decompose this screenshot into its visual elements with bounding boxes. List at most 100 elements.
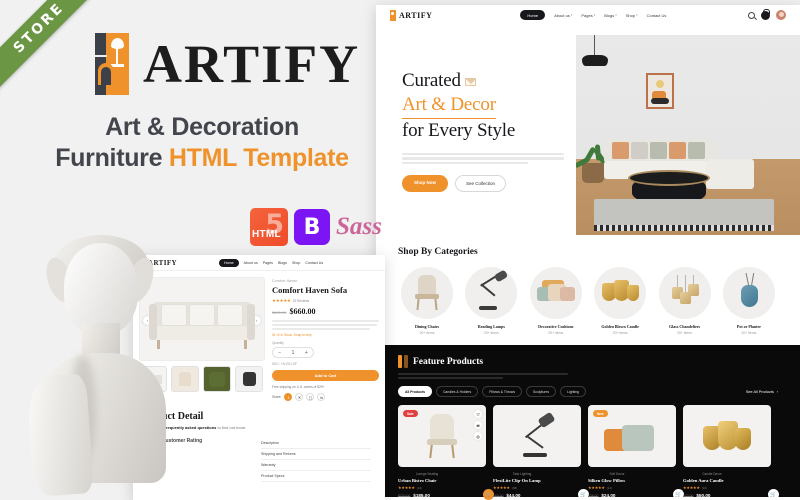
chevron-right-icon: › <box>776 389 778 394</box>
linkedin-icon[interactable]: in <box>317 393 326 401</box>
sass-badge-icon: Sass <box>336 213 382 240</box>
candle-illustration <box>703 418 751 454</box>
category-dining-chairs[interactable]: Dining Chairs 20+ items <box>398 267 456 335</box>
hero-copy: Curated Art & Decor for Every Style Shop… <box>376 35 576 235</box>
hero-line-3: for Every Style <box>402 119 516 141</box>
rating-count: (12) <box>416 485 423 490</box>
wishlist-icon[interactable]: ♡ <box>474 410 482 419</box>
chip-lighting[interactable]: Lighting <box>560 386 586 398</box>
see-collection-button[interactable]: See Collection <box>455 174 507 192</box>
chip-all-products[interactable]: All Products <box>398 386 432 398</box>
product-card[interactable]: Task Lighting FlexiLite Clip-On Lamp ★★★… <box>493 405 589 500</box>
poster-canvas: STORE ARTIFY Art & Decoration Furniture … <box>0 0 800 500</box>
tagline-highlight: HTML Template <box>168 144 349 173</box>
accordion-shipping[interactable]: Shipping and Returns <box>261 449 371 460</box>
quantity-stepper[interactable]: − 1 + <box>272 347 314 358</box>
nav-item-shop[interactable]: Shop ▾ <box>626 13 638 18</box>
category-label: Glass Chandeliers <box>669 324 701 329</box>
thumbnail-3[interactable] <box>203 366 231 392</box>
hero-paragraph <box>402 152 564 164</box>
product-card[interactable]: Sale ♡ ⇄ ◎ Lounge Seating Urban Bistro C… <box>398 405 494 500</box>
category-count: 20+ items <box>483 331 499 335</box>
twitter-x-icon[interactable]: ✕ <box>295 393 304 401</box>
mockA-nav-pages[interactable]: Pages <box>263 261 273 265</box>
accordion-specs[interactable]: Product Specs <box>261 471 371 482</box>
product-info: Comfort Haven Comfort Haven Sofa ★★★★★ 3… <box>272 277 379 401</box>
category-count: 20+ items <box>419 331 435 335</box>
hero-buttons: Shop Now See Collection <box>402 174 576 192</box>
product-breadcrumb: Comfort Haven <box>272 279 298 283</box>
mockA-nav-contact[interactable]: Contact Us <box>305 261 323 265</box>
product-image <box>683 405 771 468</box>
feature-products-section: Feature Products All Products Candles & … <box>376 345 800 500</box>
price-old: $72.00 <box>683 494 694 499</box>
mockA-nav: Home About us Pages Blogs Shop Contact U… <box>219 258 323 267</box>
see-all-products-link[interactable]: See All Products › <box>746 390 778 394</box>
detail-post: to find out more. <box>216 425 247 430</box>
wall-art-frame <box>646 73 674 109</box>
product-footer: Candle Decor Golden Aura Candle ★★★★★ (1… <box>683 472 779 500</box>
mockA-nav-home[interactable]: Home <box>219 258 239 267</box>
category-decorative-cushions[interactable]: Decorative Cushions 20+ items <box>527 267 585 335</box>
price-current: $50.00 <box>696 493 711 499</box>
instagram-icon[interactable]: ◻ <box>306 393 315 401</box>
account-avatar[interactable] <box>776 10 786 20</box>
category-glass-chandeliers[interactable]: Glass Chandeliers 20+ items <box>656 267 714 335</box>
category-reading-lamps[interactable]: Reading Lamps 20+ items <box>462 267 520 335</box>
mockA-nav-shop[interactable]: Shop <box>292 261 300 265</box>
category-label: Pot or Planter <box>736 324 762 329</box>
qty-decrement[interactable]: − <box>278 350 281 356</box>
chip-sculptures[interactable]: Sculptures <box>526 386 557 398</box>
html5-badge-icon: 5 HTML <box>250 208 288 246</box>
rating-review-count: 32 Reviews <box>292 299 310 303</box>
feature-products-grid: Sale ♡ ⇄ ◎ Lounge Seating Urban Bistro C… <box>398 405 779 500</box>
category-label: Decorative Cushions <box>538 324 574 329</box>
qty-increment[interactable]: + <box>305 350 308 356</box>
category-golden-blown-candle[interactable]: Golden Blown Candle 20+ items <box>591 267 649 335</box>
nav-item-blogs[interactable]: Blogs ▾ <box>604 13 617 18</box>
product-card[interactable]: New Soft Decor Silken Glow Pillow ★★★★★ … <box>588 405 684 500</box>
price-current: $660.00 <box>289 307 316 316</box>
nav-item-home[interactable]: Home <box>520 10 546 20</box>
product-image: Sale ♡ ⇄ ◎ <box>398 405 486 468</box>
bootstrap-label: B <box>303 214 321 240</box>
feature-paragraph <box>398 373 568 380</box>
tagline-line-1: Art & Decoration <box>105 113 299 141</box>
hero-living-room-image <box>576 35 800 235</box>
product-name: Golden Aura Candle <box>683 478 724 484</box>
accordion-description[interactable]: Description <box>261 438 371 449</box>
nav-item-about[interactable]: About us ▾ <box>554 13 572 18</box>
mockA-nav-blogs[interactable]: Blogs <box>278 261 287 265</box>
nav-item-pages[interactable]: Pages ▾ <box>581 13 595 18</box>
add-to-cart-icon[interactable]: 🛒 <box>768 489 779 500</box>
quickview-icon[interactable]: ◎ <box>474 432 482 441</box>
product-price: $220.00 $185.00 <box>398 493 486 498</box>
homepage-logo-text: ARTIFY <box>399 10 433 20</box>
hero-line-2: Art & Decor <box>402 93 496 119</box>
product-image <box>493 405 581 468</box>
chip-candles-holders[interactable]: Candles & Holders <box>435 386 479 398</box>
header-icons <box>748 8 786 20</box>
chip-pillows-throws[interactable]: Pillows & Throws <box>482 386 523 398</box>
facebook-icon[interactable]: f <box>284 393 293 401</box>
category-label: Golden Blown Candle <box>601 324 639 329</box>
product-card[interactable]: Candle Decor Golden Aura Candle ★★★★★ (1… <box>683 405 779 500</box>
pillow-illustration <box>604 419 660 453</box>
feature-header: Feature Products <box>398 355 778 368</box>
search-icon[interactable] <box>748 11 755 19</box>
add-to-cart-button[interactable]: Add to Cart <box>272 370 379 381</box>
accordion-warranty[interactable]: Warranty <box>261 460 371 471</box>
product-quick-actions: ♡ ⇄ ◎ <box>474 410 482 441</box>
rating-stars-icon: ★★★★★ <box>398 485 415 491</box>
nav-item-contact[interactable]: Contact Us <box>647 13 667 18</box>
homepage-mockup: ARTIFY Home About us ▾ Pages ▾ Blogs ▾ Shop… <box>376 5 800 500</box>
product-title: Comfort Haven Sofa <box>272 285 348 295</box>
rating-stars-icon: ★★★★★ <box>272 298 291 303</box>
mockA-nav-about[interactable]: About us <box>244 261 258 265</box>
category-pot-or-planter[interactable]: Pot or Planter 20+ items <box>720 267 778 335</box>
homepage-logo[interactable]: ARTIFY <box>390 9 433 21</box>
compare-icon[interactable]: ⇄ <box>474 421 482 430</box>
thumbnail-4[interactable] <box>235 366 263 392</box>
shop-now-button[interactable]: Shop Now <box>402 174 448 192</box>
cart-icon[interactable] <box>761 8 770 20</box>
